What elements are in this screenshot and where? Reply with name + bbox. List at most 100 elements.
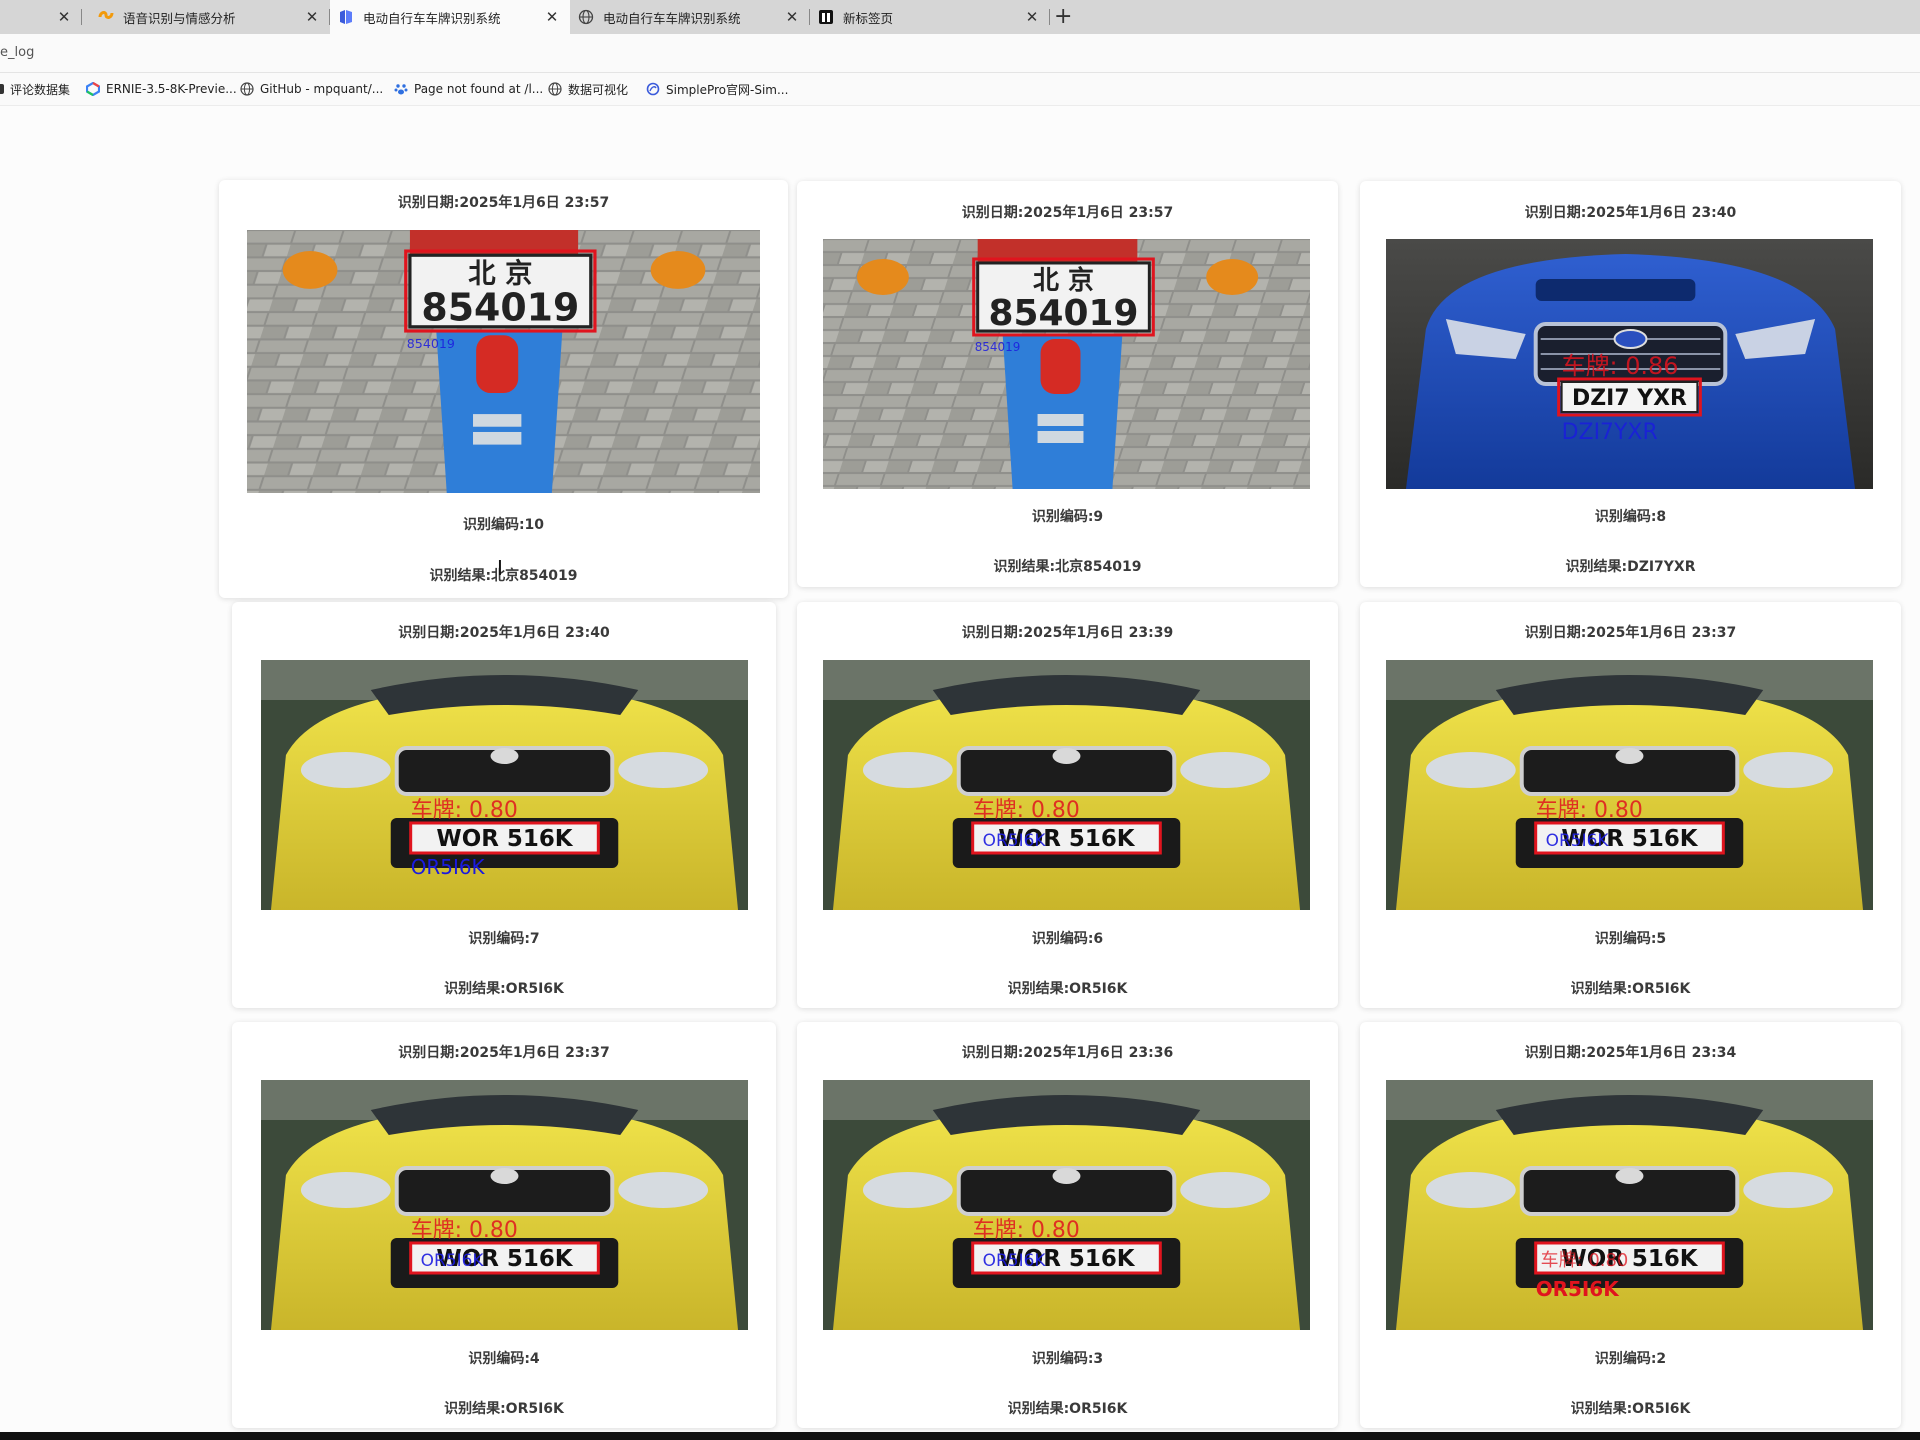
svg-text:WOR 516K: WOR 516K bbox=[436, 826, 573, 852]
svg-text:车牌: 0.80: 车牌: 0.80 bbox=[411, 798, 518, 823]
yellow-car-image: WOR 516K 车牌: 0.80 OR5I6K bbox=[823, 660, 1310, 910]
globe-icon bbox=[578, 9, 594, 25]
record-image: WOR 516K 车牌: 0.80 OR5I6K bbox=[261, 660, 748, 910]
svg-text:854019: 854019 bbox=[421, 285, 579, 329]
tab-title: 新标签页 bbox=[843, 10, 894, 26]
tab-strip: ✕ 语音识别与情感分析 ✕ 电动自行车车牌识别系统 ✕ 电动自行车车牌识别系统 … bbox=[0, 0, 1920, 34]
tab-speech[interactable]: 语音识别与情感分析 ✕ bbox=[90, 0, 330, 34]
ernie-icon bbox=[86, 82, 100, 96]
close-icon[interactable]: ✕ bbox=[782, 8, 802, 26]
tab-plate-system[interactable]: 电动自行车车牌识别系统 ✕ bbox=[570, 0, 810, 34]
record-date: 识别日期:2025年1月6日 23:36 bbox=[961, 1045, 1174, 1061]
new-tab-icon bbox=[819, 10, 833, 24]
record-card: 识别日期:2025年1月6日 23:37 WOR 516K 车牌: 0.80 O… bbox=[1360, 602, 1901, 1008]
record-date: 识别日期:2025年1月6日 23:57 bbox=[397, 195, 610, 211]
url-text: e_log bbox=[0, 45, 35, 60]
svg-text:854019: 854019 bbox=[975, 340, 1021, 354]
paw-icon bbox=[394, 84, 408, 95]
record-code: 识别编码:9 bbox=[1031, 509, 1104, 525]
svg-text:车牌: 0.80: 车牌: 0.80 bbox=[973, 798, 1080, 823]
globe-icon bbox=[240, 82, 254, 96]
svg-text:OR5I6K: OR5I6K bbox=[421, 1251, 485, 1271]
record-result: 识别结果:OR5I6K bbox=[1570, 1401, 1691, 1417]
record-date: 识别日期:2025年1月6日 23:40 bbox=[398, 625, 610, 641]
yellow-car-image: WOR 516K 车牌: 0.80 OR5I6K bbox=[1386, 660, 1873, 910]
bookmark-item[interactable]: GitHub - mpquant/... bbox=[240, 73, 383, 105]
svg-text:车牌: 0.86: 车牌: 0.86 bbox=[1562, 352, 1679, 380]
tab-title: 电动自行车车牌识别系统 bbox=[603, 10, 741, 26]
tab-new-tab-page[interactable]: 新标签页 ✕ bbox=[810, 0, 1050, 34]
record-code: 识别编码:2 bbox=[1594, 1351, 1667, 1367]
record-code: 识别编码:4 bbox=[468, 1351, 540, 1367]
record-image: WOR 516K 车牌: 0.80 OR5I6K bbox=[261, 1080, 748, 1330]
text-cursor-icon: I bbox=[497, 556, 503, 580]
yellow-car-image: WOR 516K 车牌: 0.80 OR5I6K bbox=[261, 1080, 748, 1330]
record-image: WOR 516K 车牌: 0.80 OR5I6K bbox=[823, 660, 1310, 910]
svg-text:OR5I6K: OR5I6K bbox=[983, 1251, 1047, 1271]
record-card: 识别日期:2025年1月6日 23:34 WOR 516K 车牌: 0.80 O… bbox=[1360, 1022, 1901, 1428]
simplepro-icon bbox=[646, 82, 660, 96]
record-date: 识别日期:2025年1月6日 23:37 bbox=[1524, 625, 1737, 641]
svg-text:车牌: 0.80: 车牌: 0.80 bbox=[1536, 798, 1643, 823]
speech-icon bbox=[98, 11, 114, 19]
svg-text:OR5I6K: OR5I6K bbox=[1546, 831, 1610, 851]
blue-car-image: DZI7 YXR 车牌: 0.86 DZI7YXR bbox=[1386, 239, 1873, 489]
svg-text:OR5I6K: OR5I6K bbox=[1536, 1277, 1620, 1301]
globe-icon bbox=[548, 82, 562, 96]
tab-title: 电动自行车车牌识别系统 bbox=[363, 10, 501, 26]
record-card: 识别日期:2025年1月6日 23:36 WOR 516K 车牌: 0.80 O… bbox=[797, 1022, 1338, 1428]
new-tab-button[interactable]: + bbox=[1054, 4, 1072, 30]
bookmark-item[interactable]: Page not found at /l... bbox=[394, 73, 543, 105]
bookmark-item[interactable]: ERNIE-3.5-8K-Previe... bbox=[86, 73, 237, 105]
tab-partial[interactable]: ✕ bbox=[0, 0, 82, 34]
yellow-car-image: WOR 516K 车牌: 0.80 OR5I6K bbox=[261, 660, 748, 910]
record-date: 识别日期:2025年1月6日 23:34 bbox=[1524, 1045, 1737, 1061]
record-result: 识别结果:北京854019 bbox=[993, 559, 1142, 575]
dataset-icon bbox=[0, 84, 4, 94]
svg-text:DZI7YXR: DZI7YXR bbox=[1562, 420, 1658, 445]
svg-text:车牌: 0.80: 车牌: 0.80 bbox=[973, 1218, 1080, 1243]
tab-plate-system-active[interactable]: 电动自行车车牌识别系统 ✕ bbox=[330, 0, 570, 34]
close-icon[interactable]: ✕ bbox=[1022, 8, 1042, 26]
record-image: DZI7 YXR 车牌: 0.86 DZI7YXR bbox=[1386, 239, 1873, 489]
record-image: WOR 516K 车牌: 0.80 OR5I6K bbox=[1386, 1080, 1873, 1330]
record-image: 北 京 854019 854019 bbox=[247, 230, 760, 493]
svg-text:854019: 854019 bbox=[407, 336, 455, 351]
record-image: WOR 516K 车牌: 0.80 OR5I6K bbox=[1386, 660, 1873, 910]
tab-title: 语音识别与情感分析 bbox=[123, 10, 236, 26]
record-date: 识别日期:2025年1月6日 23:40 bbox=[1524, 205, 1737, 221]
record-code: 识别编码:7 bbox=[468, 931, 540, 947]
record-result: 识别结果:OR5I6K bbox=[1570, 981, 1691, 997]
motorcycle-image: 北 京 854019 854019 bbox=[247, 230, 760, 493]
record-date: 识别日期:2025年1月6日 23:37 bbox=[398, 1045, 610, 1061]
bookmark-item[interactable]: 评论数据集 bbox=[0, 73, 70, 105]
record-result: 识别结果:DZI7YXR bbox=[1565, 559, 1696, 575]
bookmarks-bar: 评论数据集 ERNIE-3.5-8K-Previe... GitHub - mp… bbox=[0, 73, 1920, 106]
motorcycle-image: 北 京 854019 854019 bbox=[823, 239, 1310, 489]
svg-text:车牌: 0.80: 车牌: 0.80 bbox=[1541, 1250, 1629, 1271]
record-date: 识别日期:2025年1月6日 23:39 bbox=[961, 625, 1174, 641]
yellow-car-image: WOR 516K 车牌: 0.80 OR5I6K bbox=[1386, 1080, 1873, 1330]
svg-text:OR5I6K: OR5I6K bbox=[983, 831, 1047, 851]
record-card: 识别日期:2025年1月6日 23:39 WOR 516K 车牌: 0.80 O… bbox=[797, 602, 1338, 1008]
record-code: 识别编码:6 bbox=[1031, 931, 1104, 947]
svg-text:OR5I6K: OR5I6K bbox=[411, 855, 486, 879]
record-card: 识别日期:2025年1月6日 23:37 WOR 516K 车牌: 0.80 O… bbox=[232, 1022, 776, 1428]
bookmark-item[interactable]: SimplePro官网-Sim... bbox=[646, 73, 788, 105]
record-result: 识别结果:OR5I6K bbox=[444, 981, 564, 997]
record-result: 识别结果:OR5I6K bbox=[1007, 1401, 1128, 1417]
close-icon[interactable]: ✕ bbox=[54, 8, 74, 26]
close-icon[interactable]: ✕ bbox=[302, 8, 322, 26]
record-result: 识别结果:OR5I6K bbox=[1007, 981, 1128, 997]
record-image: WOR 516K 车牌: 0.80 OR5I6K bbox=[823, 1080, 1310, 1330]
yellow-car-image: WOR 516K 车牌: 0.80 OR5I6K bbox=[823, 1080, 1310, 1330]
record-card: 识别日期:2025年1月6日 23:40 DZI7 YXR 车牌: 0.86 D… bbox=[1360, 181, 1901, 587]
svg-text:北 京: 北 京 bbox=[1033, 265, 1094, 296]
app-logo-icon bbox=[340, 10, 352, 24]
svg-text:车牌: 0.80: 车牌: 0.80 bbox=[411, 1218, 518, 1243]
close-icon[interactable]: ✕ bbox=[542, 8, 562, 26]
record-code: 识别编码:10 bbox=[462, 517, 545, 533]
bookmark-item[interactable]: 数据可视化 bbox=[548, 73, 628, 105]
record-card: 识别日期:2025年1月6日 23:57 北 京 854019 854019 识… bbox=[797, 181, 1338, 587]
address-bar[interactable]: e_log bbox=[0, 34, 1920, 73]
